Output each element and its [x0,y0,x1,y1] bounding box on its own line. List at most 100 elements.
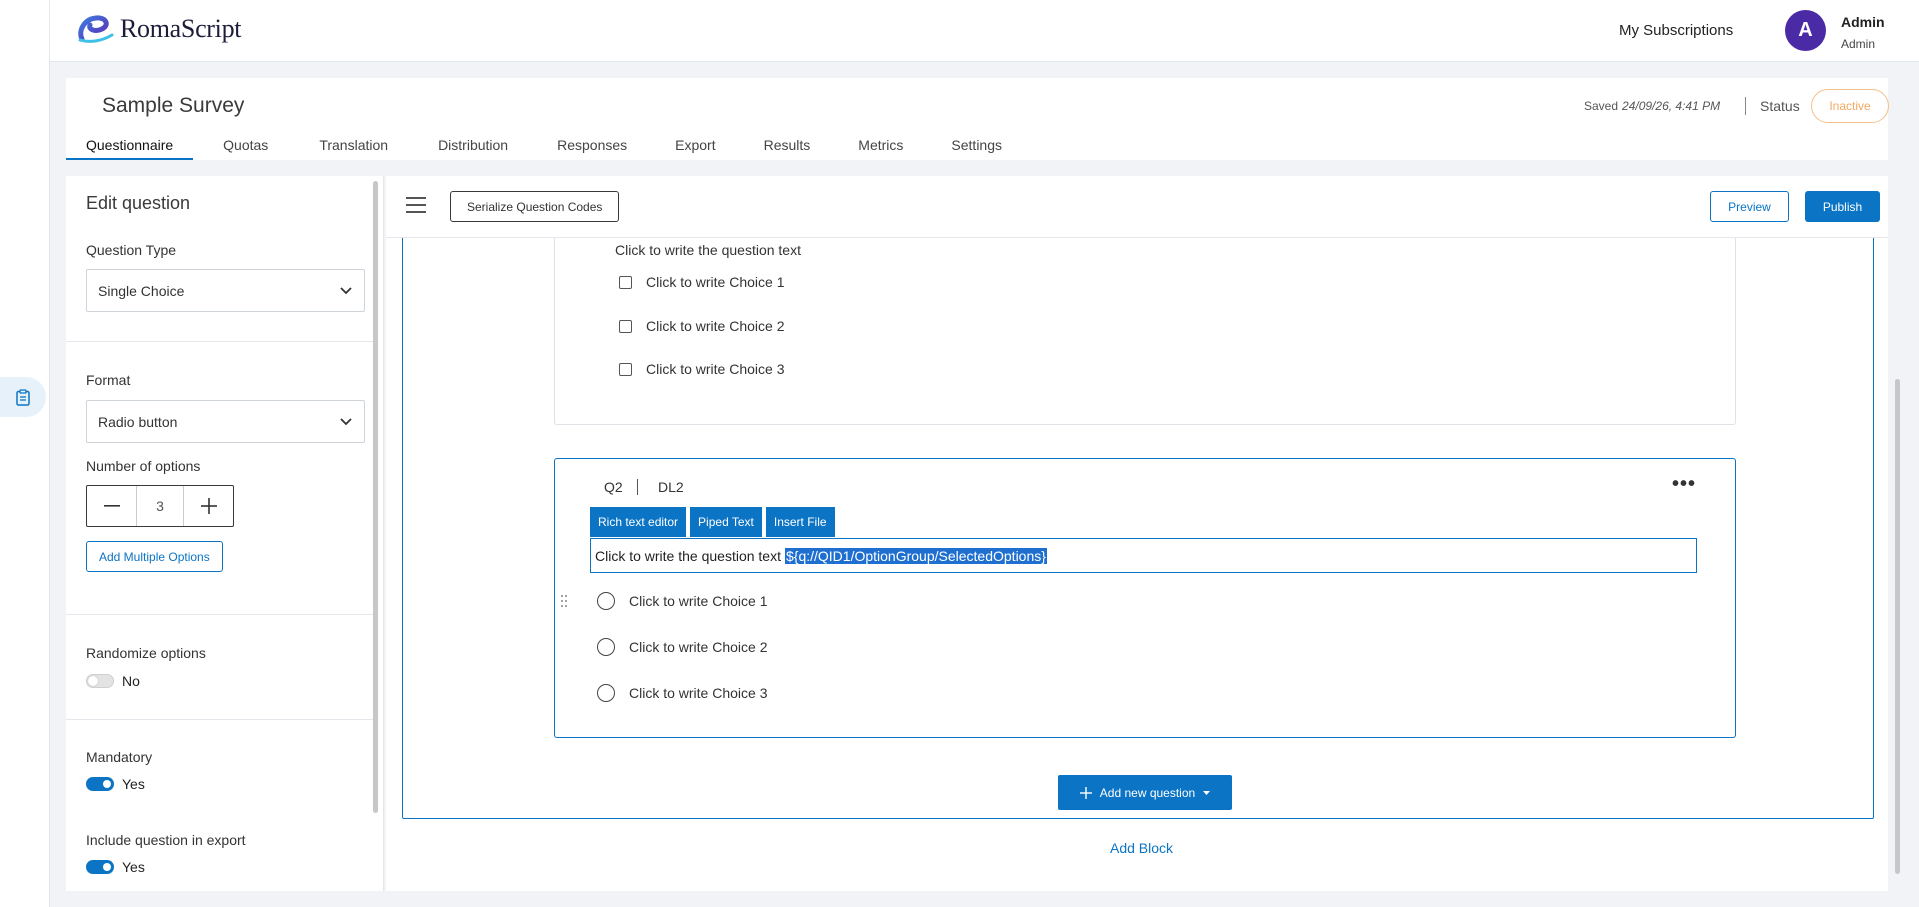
status-label: Status [1760,98,1800,114]
choice-label[interactable]: Click to write Choice 1 [646,274,785,290]
divider [66,341,373,342]
divider [66,719,373,720]
options-stepper: 3 [86,485,234,527]
divider [1745,97,1746,115]
add-block-link[interactable]: Add Block [1110,840,1173,856]
increment-button[interactable] [184,486,233,526]
my-subscriptions-link[interactable]: My Subscriptions [1619,22,1733,39]
drag-handle-icon[interactable] [560,594,568,608]
include-export-toggle-row: Yes [86,859,145,875]
tab-quotas[interactable]: Quotas [193,130,298,160]
number-of-options-label: Number of options [86,458,201,474]
choice-label[interactable]: Click to write Choice 3 [646,361,785,377]
survey-header: Sample Survey Saved 24/09/26, 4:41 PM Sta… [66,78,1889,160]
user-name: Admin [1841,14,1885,30]
choice-row[interactable]: Click to write Choice 2 [619,318,785,334]
user-role: Admin [1841,37,1876,51]
edit-question-panel: Edit question Question Type Single Choic… [66,176,384,891]
randomize-value: No [122,673,140,689]
piped-text-button[interactable]: Piped Text [690,507,762,537]
format-value: Radio button [98,413,178,430]
question-card-q2[interactable]: Q2 DL2 ••• Rich text editor Piped Text I… [554,458,1736,738]
radio-button[interactable] [597,684,615,702]
format-select[interactable]: Radio button [86,400,365,443]
canvas-scrollbar[interactable] [1895,379,1900,874]
choice-row[interactable]: Click to write Choice 1 [619,274,785,290]
options-count[interactable]: 3 [136,486,184,526]
edit-question-title: Edit question [86,193,191,213]
insert-file-button[interactable]: Insert File [765,507,835,537]
rich-text-toolbar: Rich text editor Piped Text Insert File [590,507,835,537]
chevron-down-icon [340,417,352,425]
logo-mark-icon [78,15,114,43]
minus-icon [103,505,120,507]
choice-row[interactable]: Click to write Choice 2 [597,638,768,656]
question-text-input[interactable]: Click to write the question text ${q://Q… [590,538,1697,573]
serialize-question-codes-button[interactable]: Serialize Question Codes [450,191,620,222]
checkbox[interactable] [619,275,632,289]
tab-metrics[interactable]: Metrics [830,130,931,160]
tab-distribution[interactable]: Distribution [409,130,537,160]
question-type-value: Single Choice [98,282,185,299]
chevron-down-icon [340,286,352,294]
app-logo[interactable]: RomaScript [76,13,242,45]
randomize-options-label: Randomize options [86,645,206,661]
mandatory-label: Mandatory [86,749,153,765]
radio-button[interactable] [597,592,615,610]
checkbox[interactable] [619,319,632,333]
survey-tabs: Questionnaire Quotas Translation Distrib… [66,130,1022,160]
tab-responses[interactable]: Responses [537,130,647,160]
display-logic-badge[interactable]: DL2 [658,479,684,495]
clipboard-icon [16,388,30,406]
left-rail [0,0,50,907]
survey-rail-button[interactable] [0,377,46,417]
include-export-value: Yes [122,859,145,875]
choice-row[interactable]: Click to write Choice 3 [619,361,785,377]
include-export-toggle[interactable] [86,860,114,874]
tab-translation[interactable]: Translation [298,130,409,160]
decrement-button[interactable] [87,486,136,526]
question-text: Click to write the question text [595,547,781,564]
logo-text: RomaScript [120,14,242,43]
tab-settings[interactable]: Settings [931,130,1022,160]
status-badge[interactable]: Inactive [1811,89,1889,123]
rich-text-editor-button[interactable]: Rich text editor [590,507,687,537]
tab-export[interactable]: Export [647,130,743,160]
choice-label[interactable]: Click to write Choice 1 [629,593,768,609]
question-type-select[interactable]: Single Choice [86,269,365,312]
choice-label[interactable]: Click to write Choice 2 [646,318,785,334]
preview-button[interactable]: Preview [1710,191,1789,222]
choice-label[interactable]: Click to write Choice 3 [629,685,768,701]
question-text[interactable]: Click to write the question text [615,242,801,258]
choice-row[interactable]: Click to write Choice 1 [597,592,768,610]
publish-button[interactable]: Publish [1805,191,1880,222]
mandatory-toggle[interactable] [86,777,114,791]
hamburger-menu-icon[interactable] [406,197,426,213]
question-id: Q2 [604,479,623,495]
add-new-question-label: Add new question [1099,785,1196,800]
saved-label: Saved [1584,99,1619,113]
randomize-toggle[interactable] [86,674,114,688]
canvas-toolbar: Serialize Question Codes Preview Publish [386,176,1888,238]
piped-text-token[interactable]: ${q://QID1/OptionGroup/SelectedOptions} [784,547,1047,564]
editor-scrollbar[interactable] [373,181,378,813]
caret-down-icon [1203,790,1211,795]
tab-questionnaire[interactable]: Questionnaire [66,130,194,160]
avatar[interactable]: A [1785,10,1826,51]
radio-button[interactable] [597,638,615,656]
choice-label[interactable]: Click to write Choice 2 [629,639,768,655]
plus-icon [200,498,217,514]
tab-results[interactable]: Results [744,130,831,160]
mandatory-value: Yes [122,776,145,792]
add-new-question-button[interactable]: Add new question [1058,775,1232,810]
divider [66,614,373,615]
more-options-icon[interactable]: ••• [1672,473,1696,496]
mandatory-toggle-row: Yes [86,776,145,792]
format-label: Format [86,372,131,388]
checkbox[interactable] [619,362,632,376]
add-multiple-options-button[interactable]: Add Multiple Options [86,541,223,572]
choice-row[interactable]: Click to write Choice 3 [597,684,768,702]
question-card-q1[interactable]: Click to write the question text Click t… [554,238,1736,425]
saved-time: 24/09/26, 4:41 PM [1622,99,1721,113]
survey-title[interactable]: Sample Survey [102,94,244,118]
